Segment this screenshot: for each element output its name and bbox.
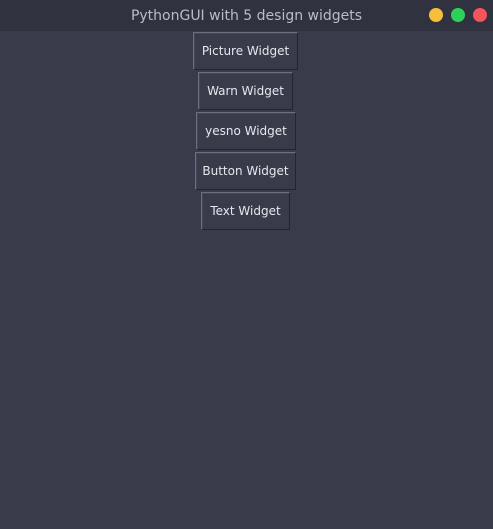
app-window: PythonGUI with 5 design widgets Picture …	[0, 0, 493, 529]
close-icon[interactable]	[473, 8, 487, 22]
maximize-icon[interactable]	[451, 8, 465, 22]
main-content: Picture Widget Warn Widget yesno Widget …	[0, 31, 493, 529]
title-bar[interactable]: PythonGUI with 5 design widgets	[0, 0, 493, 31]
yesno-widget-button[interactable]: yesno Widget	[196, 112, 296, 150]
button-widget-button[interactable]: Button Widget	[195, 152, 296, 190]
minimize-icon[interactable]	[429, 8, 443, 22]
picture-widget-button[interactable]: Picture Widget	[193, 32, 298, 70]
warn-widget-button[interactable]: Warn Widget	[198, 72, 293, 110]
window-title: PythonGUI with 5 design widgets	[130, 8, 363, 24]
text-widget-button[interactable]: Text Widget	[201, 192, 290, 230]
